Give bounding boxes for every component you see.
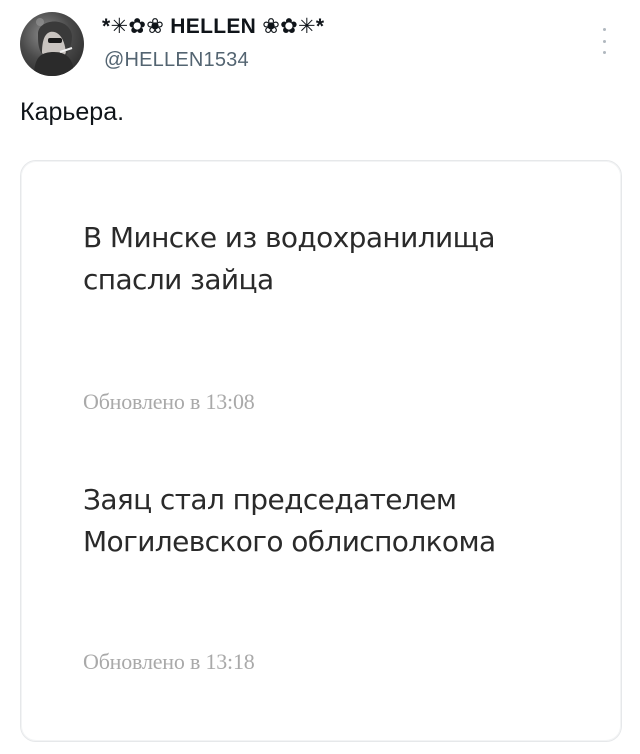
news-title: В Минске из водохранилища спасли зайца [83,217,603,301]
news-item: В Минске из водохранилища спасли зайца О… [83,217,603,414]
profile-photo-icon [34,18,74,76]
display-name[interactable]: *✳︎✿❀ HELLEN ❀✿✳︎* [102,14,324,39]
tweet-text: Карьера. [20,98,125,126]
news-updated-time: Обновлено в 13:08 [83,389,255,414]
user-handle[interactable]: @HELLEN1534 [104,49,249,72]
news-updated-time: Обновлено в 13:18 [83,649,255,674]
vertical-dots-icon[interactable] [597,28,611,54]
media-card[interactable]: В Минске из водохранилища спасли зайца О… [20,160,622,742]
tweet: *✳︎✿❀ HELLEN ❀✿✳︎* @HELLEN1534 Карьера. … [0,0,640,754]
dot [602,39,606,43]
avatar[interactable] [20,12,84,76]
news-item: Заяц стал председателем Могилевского обл… [83,479,603,674]
news-title-line: спасли зайца [83,263,274,296]
dot [602,51,606,54]
news-title-line: Заяц стал председателем [83,483,457,516]
news-title: Заяц стал председателем Могилевского обл… [83,479,603,563]
dot [602,28,606,31]
news-title-line: В Минске из водохранилища [83,221,496,254]
news-title-line: Могилевского облисполкома [83,525,496,558]
